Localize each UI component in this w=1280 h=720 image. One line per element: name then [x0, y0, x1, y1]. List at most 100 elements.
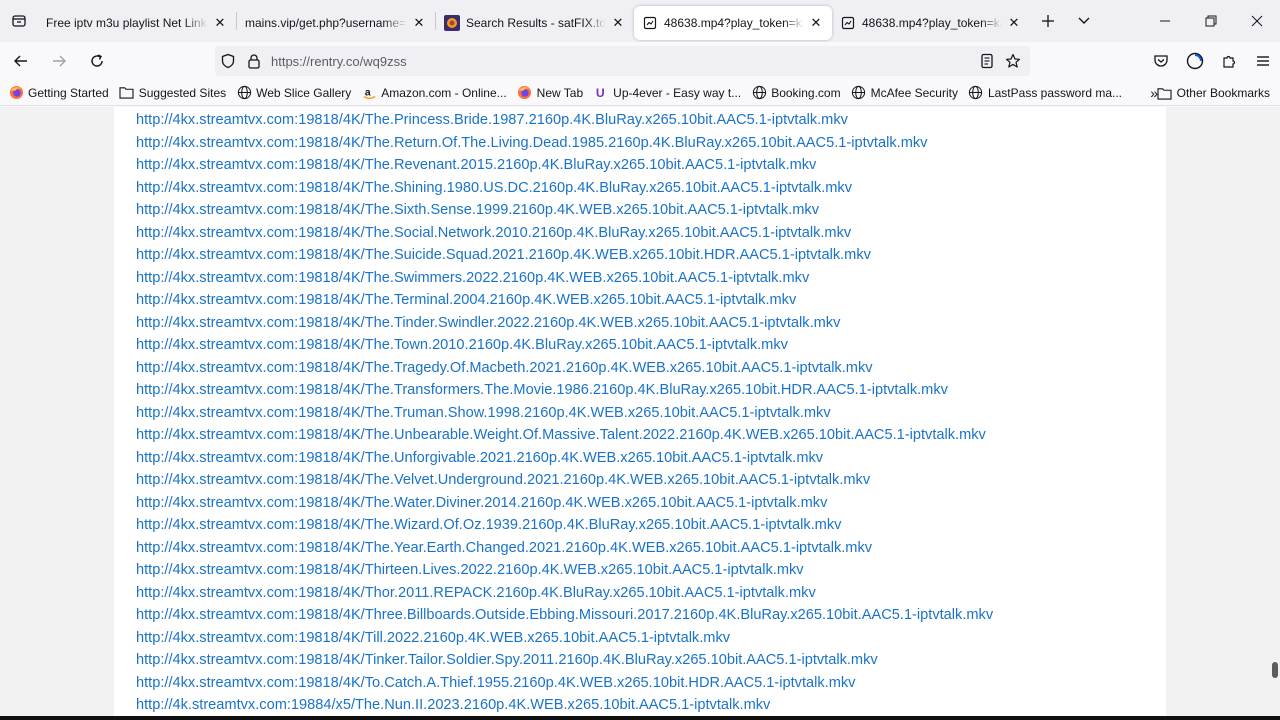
taskbar-edge — [0, 716, 1280, 720]
stream-link[interactable]: http://4kx.streamtvx.com:19818/4K/Thirte… — [136, 562, 804, 578]
list-item: http://4kx.streamtvx.com:19818/4K/To.Cat… — [136, 672, 993, 695]
list-item: http://4kx.streamtvx.com:19818/4K/The.Sh… — [136, 177, 993, 200]
stream-link[interactable]: http://4kx.streamtvx.com:19818/4K/The.Wi… — [136, 517, 841, 533]
close-icon[interactable]: ✕ — [808, 15, 824, 31]
other-bookmarks-folder[interactable]: Other Bookmarks — [1157, 80, 1270, 106]
bookmark-star-icon[interactable] — [1000, 46, 1026, 76]
tab-satfix-search[interactable]: Search Results - satFIX.to - FTA ✕ — [436, 6, 634, 40]
list-item: http://4kx.streamtvx.com:19818/4K/The.Tr… — [136, 379, 993, 402]
stream-link[interactable]: http://4kx.streamtvx.com:19818/4K/Till.2… — [136, 630, 730, 646]
content-viewport: http://4kx.streamtvx.com:19818/4K/The.Pr… — [0, 107, 1280, 720]
bookmark-web-slice-gallery[interactable]: Web Slice Gallery — [236, 85, 351, 101]
restore-button[interactable] — [1188, 0, 1234, 42]
new-tab-button[interactable] — [1030, 3, 1066, 39]
tab-48638-active[interactable]: 48638.mp4?play_token=kaxoI ✕ — [634, 6, 832, 40]
bookmark-label: Amazon.com - Online... — [381, 85, 507, 100]
url-bar[interactable]: https://rentry.co/wq9zss — [215, 46, 1030, 76]
list-item: http://4kx.streamtvx.com:19818/4K/Thor.2… — [136, 582, 993, 605]
stream-link[interactable]: http://4kx.streamtvx.com:19818/4K/The.Un… — [136, 450, 823, 466]
navigation-toolbar: https://rentry.co/wq9zss — [0, 42, 1280, 80]
stream-link[interactable]: http://4kx.streamtvx.com:19818/4K/Tinker… — [136, 652, 878, 668]
account-button[interactable] — [1178, 46, 1212, 76]
reader-view-icon[interactable] — [974, 46, 1000, 76]
bookmark-new-tab[interactable]: New Tab — [517, 85, 583, 101]
lock-icon[interactable] — [241, 46, 267, 76]
stream-link[interactable]: http://4kx.streamtvx.com:19818/4K/The.Tr… — [136, 405, 831, 421]
close-icon[interactable]: ✕ — [212, 15, 228, 31]
reload-button[interactable] — [80, 46, 114, 76]
folder-icon — [1157, 85, 1173, 101]
bookmark-up4ever[interactable]: U Up-4ever - Easy way t... — [593, 85, 742, 101]
tab-list-icon — [12, 15, 26, 27]
close-icon[interactable]: ✕ — [411, 15, 427, 31]
stream-link[interactable]: http://4kx.streamtvx.com:19818/4K/The.Re… — [136, 135, 927, 151]
tab-title: mains.vip/get.php?username=wi — [245, 16, 407, 30]
globe-icon — [851, 85, 867, 101]
bookmark-label: Up-4ever - Easy way t... — [613, 85, 742, 100]
extensions-button[interactable] — [1212, 46, 1246, 76]
restore-icon — [1205, 15, 1217, 27]
folder-icon — [119, 85, 135, 101]
stream-link[interactable]: http://4kx.streamtvx.com:19818/4K/The.Su… — [136, 247, 871, 263]
url-bar-actions — [974, 46, 1026, 76]
stream-link[interactable]: http://4kx.streamtvx.com:19818/4K/The.To… — [136, 337, 788, 353]
tab-title: 48638.mp4?play_token=kaxoI — [862, 16, 1002, 30]
tab-mains-vip[interactable]: mains.vip/get.php?username=wi ✕ — [237, 6, 435, 40]
stream-link[interactable]: http://4kx.streamtvx.com:19818/4K/The.Tr… — [136, 382, 948, 398]
tab-iptv-playlist[interactable]: Free iptv m3u playlist Net Link | Pl ✕ — [38, 6, 236, 40]
stream-link[interactable]: http://4kx.streamtvx.com:19818/4K/Three.… — [136, 607, 993, 623]
bookmark-getting-started[interactable]: Getting Started — [8, 85, 109, 101]
stream-link[interactable]: http://4kx.streamtvx.com:19818/4K/To.Cat… — [136, 675, 855, 691]
bookmark-label: LastPass password ma... — [987, 85, 1123, 100]
list-item: http://4kx.streamtvx.com:19818/4K/The.Ye… — [136, 537, 993, 560]
stream-link[interactable]: http://4kx.streamtvx.com:19818/4K/The.Sh… — [136, 180, 852, 196]
bookmark-amazon[interactable]: a Amazon.com - Online... — [361, 85, 507, 101]
stream-link[interactable]: http://4kx.streamtvx.com:19818/4K/The.Ti… — [136, 315, 840, 331]
tracking-protection-shield-icon[interactable] — [215, 46, 241, 76]
stream-link[interactable]: http://4kx.streamtvx.com:19818/4K/Thor.2… — [136, 585, 816, 601]
stream-link[interactable]: http://4kx.streamtvx.com:19818/4K/The.Tr… — [136, 360, 873, 376]
close-icon[interactable]: ✕ — [610, 15, 626, 31]
forward-button[interactable] — [42, 46, 76, 76]
stream-link[interactable]: http://4kx.streamtvx.com:19818/4K/The.Sw… — [136, 270, 809, 286]
bookmark-mcafee[interactable]: McAfee Security — [851, 85, 958, 101]
stream-link[interactable]: http://4kx.streamtvx.com:19818/4K/The.So… — [136, 225, 851, 241]
list-item: http://4kx.streamtvx.com:19818/4K/The.Su… — [136, 244, 993, 267]
bookmark-lastpass[interactable]: LastPass password ma... — [968, 85, 1122, 101]
stream-link[interactable]: http://4kx.streamtvx.com:19818/4K/The.Re… — [136, 157, 816, 173]
stream-link[interactable]: http://4kx.streamtvx.com:19818/4K/The.Si… — [136, 202, 819, 218]
list-item: http://4kx.streamtvx.com:19818/4K/The.Pr… — [136, 109, 993, 132]
list-item: http://4kx.streamtvx.com:19818/4K/The.Sw… — [136, 267, 993, 290]
stream-link[interactable]: http://4kx.streamtvx.com:19818/4K/The.Un… — [136, 427, 986, 443]
stream-link[interactable]: http://4kx.streamtvx.com:19818/4K/The.Ve… — [136, 472, 870, 488]
bookmark-label: Getting Started — [28, 85, 109, 100]
stream-link[interactable]: http://4kx.streamtvx.com:19818/4K/The.Pr… — [136, 112, 848, 128]
tab-48638[interactable]: 48638.mp4?play_token=kaxoI ✕ — [832, 6, 1030, 40]
close-window-button[interactable] — [1234, 0, 1280, 42]
plus-icon — [1042, 15, 1054, 27]
amazon-icon: a — [361, 85, 377, 101]
list-item: http://4k.streamtvx.com:19884/x5/The.Nun… — [136, 694, 993, 717]
list-all-tabs-button[interactable] — [1066, 3, 1102, 39]
list-item: http://4kx.streamtvx.com:19818/4K/The.Re… — [136, 154, 993, 177]
firefox-view-button[interactable] — [0, 0, 38, 42]
back-button[interactable] — [4, 46, 38, 76]
bookmark-booking[interactable]: Booking.com — [751, 85, 841, 101]
stream-link[interactable]: http://4k.streamtvx.com:19884/x5/The.Nun… — [136, 697, 770, 713]
stream-link[interactable]: http://4kx.streamtvx.com:19818/4K/The.Ye… — [136, 540, 872, 556]
tab-strip: Free iptv m3u playlist Net Link | Pl ✕ m… — [0, 0, 1280, 42]
app-menu-button[interactable] — [1246, 46, 1280, 76]
url-text[interactable]: https://rentry.co/wq9zss — [271, 54, 407, 69]
pocket-button[interactable] — [1144, 46, 1178, 76]
svg-text:U: U — [596, 86, 605, 100]
bookmark-label: McAfee Security — [870, 85, 958, 100]
list-item: http://4kx.streamtvx.com:19818/4K/The.Te… — [136, 289, 993, 312]
vertical-scrollbar-thumb[interactable] — [1272, 662, 1278, 678]
close-icon[interactable]: ✕ — [1006, 15, 1022, 31]
minimize-button[interactable] — [1142, 0, 1188, 42]
stream-link[interactable]: http://4kx.streamtvx.com:19818/4K/The.Te… — [136, 292, 796, 308]
bookmark-suggested-sites[interactable]: Suggested Sites — [119, 85, 226, 101]
stream-link[interactable]: http://4kx.streamtvx.com:19818/4K/The.Wa… — [136, 495, 827, 511]
tab-title: 48638.mp4?play_token=kaxoI — [664, 16, 804, 30]
window-controls — [1142, 0, 1280, 42]
